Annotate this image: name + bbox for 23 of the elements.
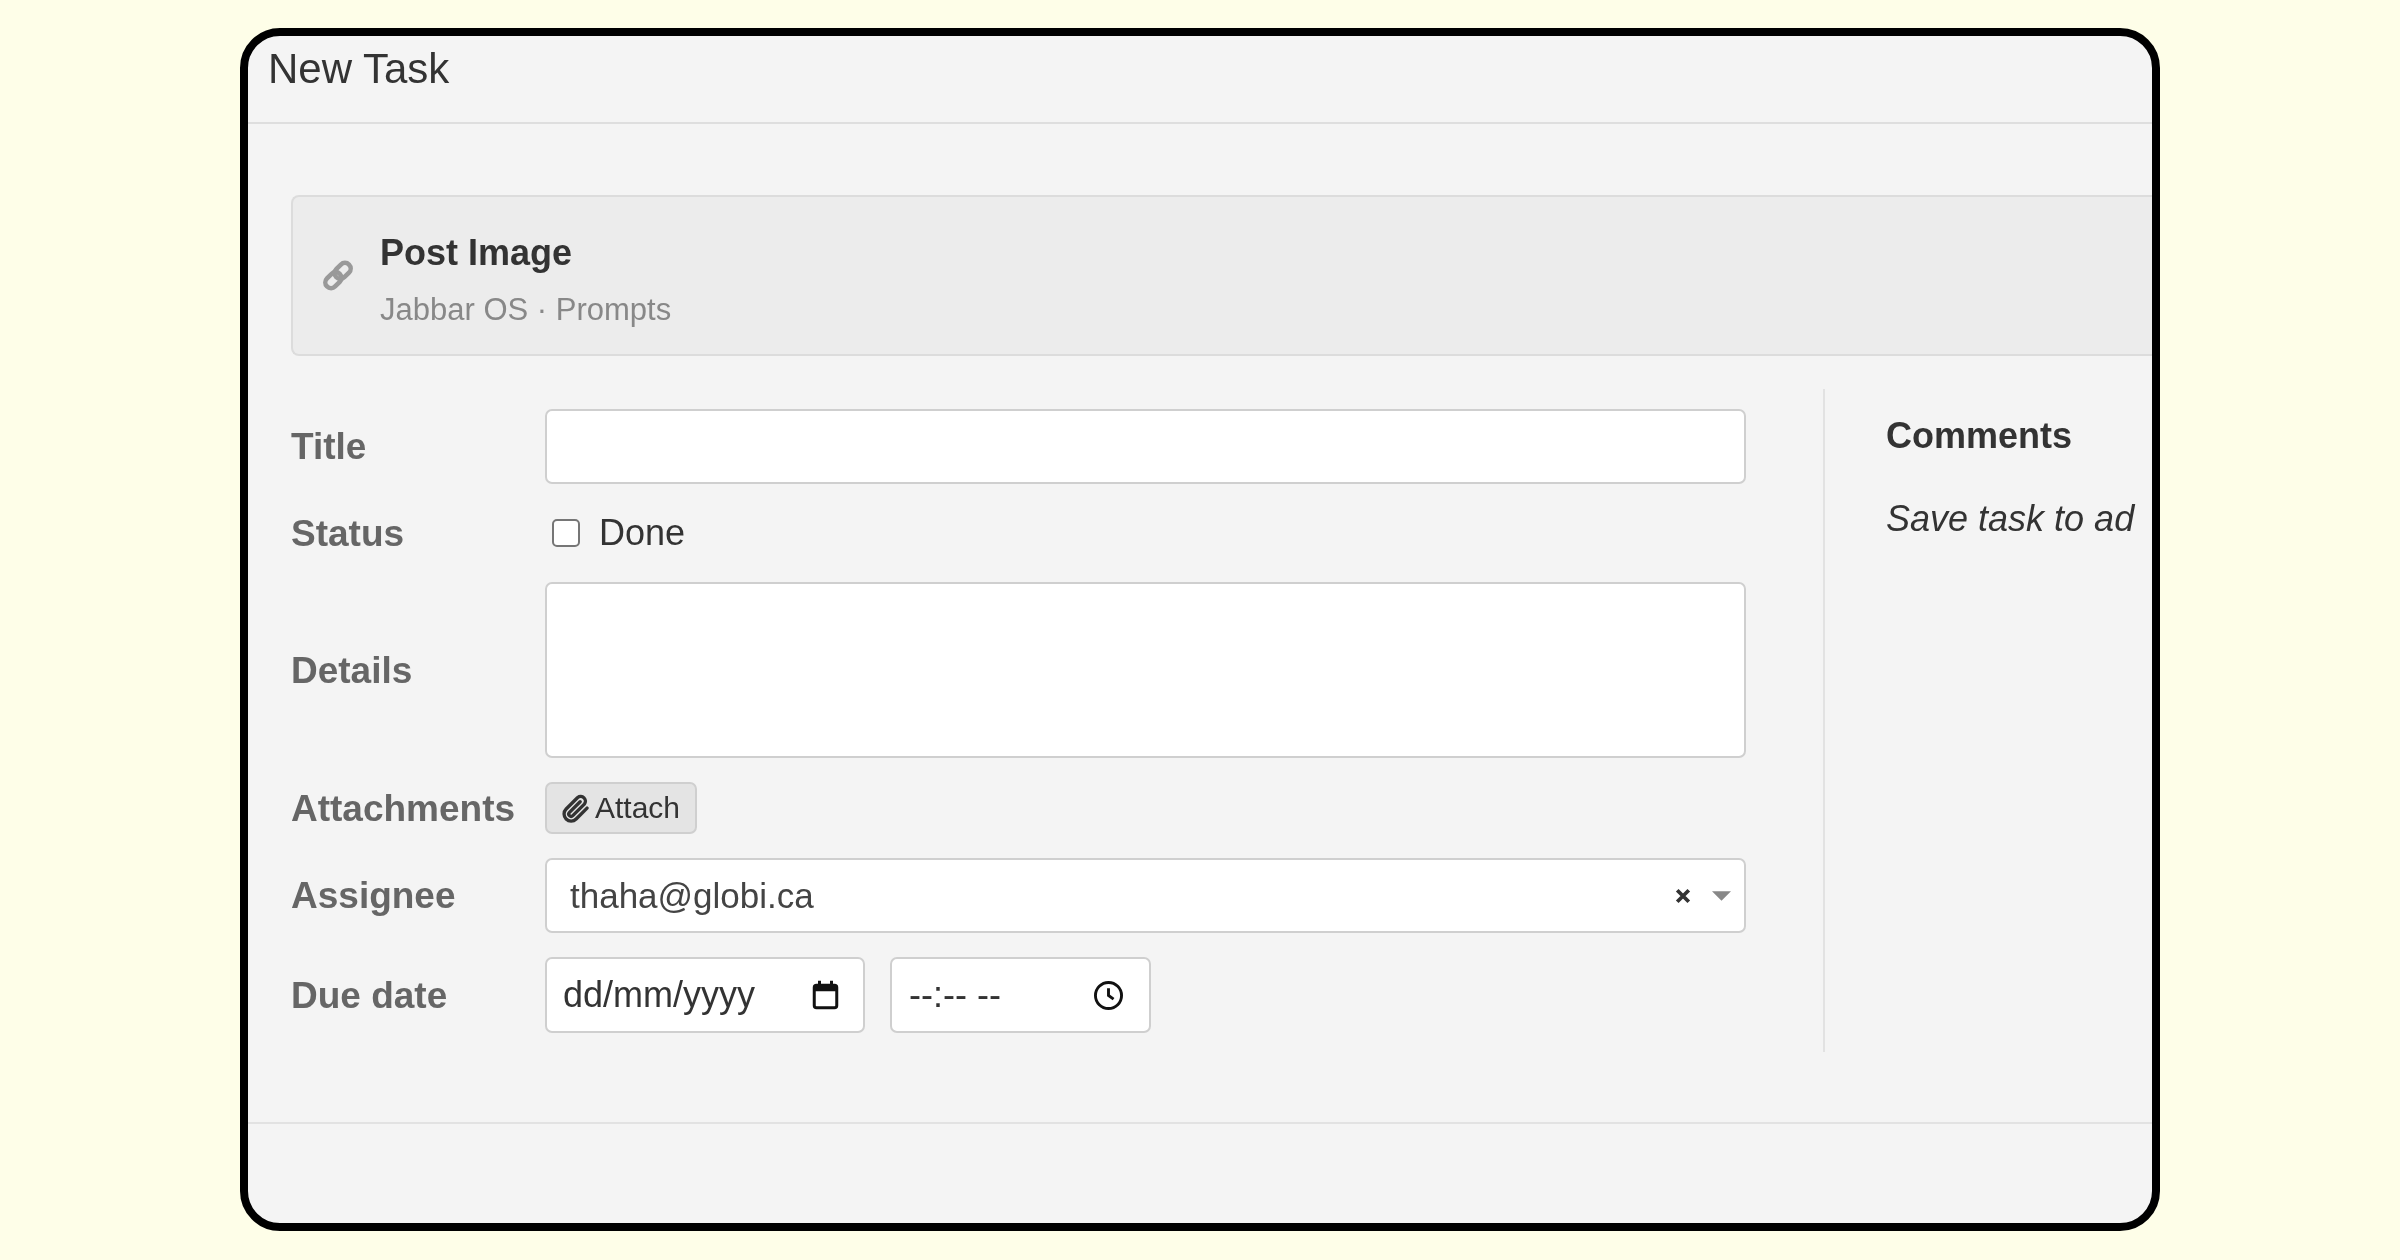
time-field[interactable]: --:-- -- xyxy=(890,957,1151,1033)
item-breadcrumb: Jabbar OS · Prompts xyxy=(380,291,672,328)
field-label: Assignee xyxy=(291,874,456,917)
checkbox[interactable] xyxy=(552,519,580,547)
attach-button[interactable]: Attach xyxy=(545,782,698,834)
date-field[interactable]: dd/mm/yyyy xyxy=(545,957,865,1033)
paperclip-icon xyxy=(562,793,589,823)
calendar-icon[interactable] xyxy=(812,980,839,1010)
comments-note: Save task to ad xyxy=(1886,498,2135,540)
field-label: Due date xyxy=(291,973,448,1017)
field-label: Status xyxy=(291,511,405,555)
field-label: Attachments xyxy=(291,786,516,830)
field-label: Details xyxy=(291,648,413,692)
item-title: Post Image xyxy=(380,231,573,274)
field-label: Title xyxy=(291,425,367,468)
assignee-select[interactable]: thaha@globi.ca xyxy=(545,858,1746,933)
dialog-title: New Task xyxy=(268,44,450,93)
clear-icon[interactable] xyxy=(1675,887,1691,904)
caret-icon[interactable] xyxy=(1712,890,1731,901)
clock-icon[interactable] xyxy=(1094,980,1123,1010)
title-input[interactable] xyxy=(545,409,1746,484)
comments-heading: Comments xyxy=(1886,415,2073,457)
checkbox-label[interactable]: Done xyxy=(599,512,686,554)
